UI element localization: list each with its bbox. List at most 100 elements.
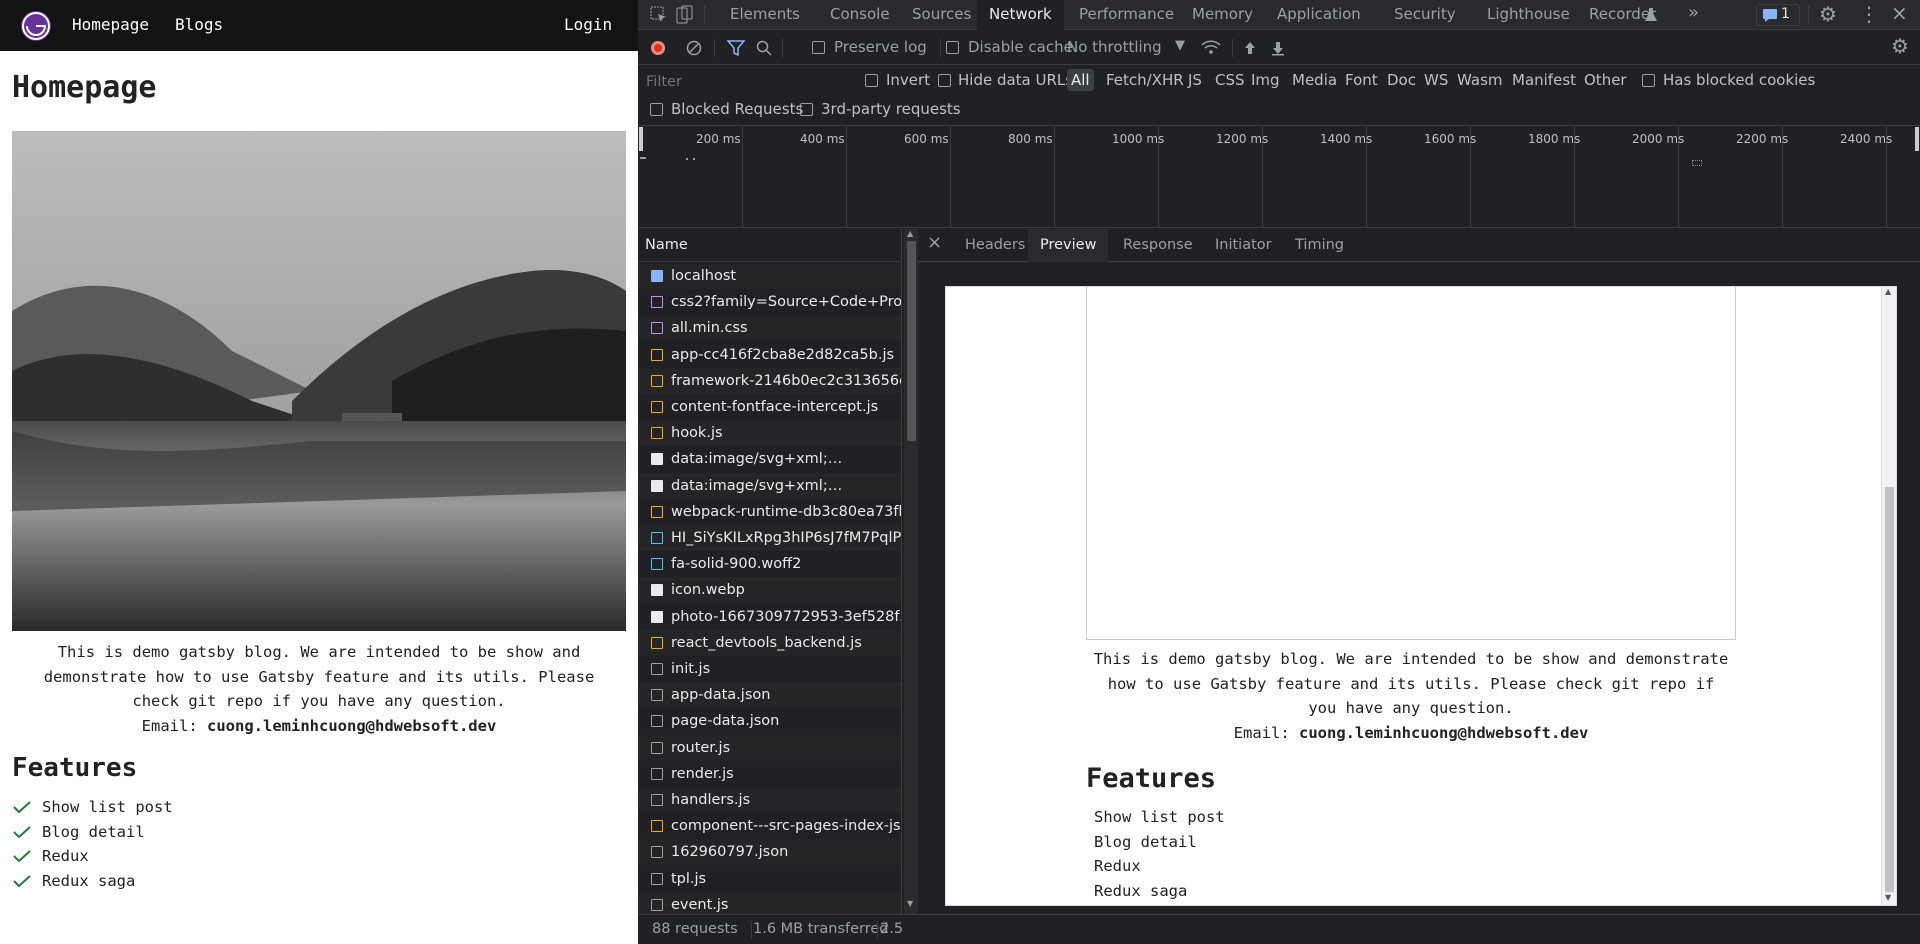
scroll-down-icon[interactable]: ▼ [1885,893,1891,902]
request-row[interactable]: handlers.js [638,787,901,813]
has-blocked-cookies-checkbox[interactable] [1642,74,1655,87]
network-settings-gear-icon[interactable]: ⚙ [1891,34,1909,58]
request-name: framework-2146b0ec2c313656de4… [671,372,901,389]
tab-response[interactable]: Response [1111,229,1205,262]
request-row[interactable]: render.js [638,761,901,787]
request-row[interactable]: app-data.json [638,682,901,709]
hide-data-urls-checkbox[interactable] [938,74,951,87]
filter-input[interactable] [644,71,839,93]
request-row[interactable]: fa-solid-900.woff2 [638,551,901,577]
request-row[interactable]: localhost [638,263,901,289]
tab-security[interactable]: Security [1382,0,1468,30]
timeline-overview[interactable]: 200 ms 400 ms 600 ms 800 ms 1000 ms 1200 ms 14… [638,127,1920,228]
inspect-element-icon[interactable] [650,6,668,24]
request-row[interactable]: app-cc416f2cba8e2d82ca5b.js [638,342,901,368]
export-har-icon[interactable] [1270,40,1286,56]
request-row[interactable]: icon.webp [638,577,901,604]
scrollbar-thumb[interactable] [907,241,916,441]
nav-login-link[interactable]: Login [564,15,612,34]
filter-type-img[interactable]: Img [1251,71,1280,89]
request-row[interactable]: component---src-pages-index-js-a [638,813,901,839]
request-row[interactable]: webpack-runtime-db3c80ea73fb4… [638,499,901,525]
request-list-scrollbar[interactable]: ▲ ▼ [904,229,918,914]
tab-application[interactable]: Application [1265,0,1373,30]
disable-cache-checkbox[interactable] [946,41,959,54]
tab-timing[interactable]: Timing [1283,229,1356,262]
navbar: Homepage Blogs Login [0,0,638,51]
overview-left-handle[interactable] [639,127,643,151]
scrollbar-thumb[interactable] [1885,487,1894,892]
settings-gear-icon[interactable]: ⚙ [1819,2,1837,26]
request-row[interactable]: tpl.js [638,866,901,892]
request-row[interactable]: content-fontface-intercept.js [638,394,901,420]
throttling-select[interactable]: No throttling [1067,38,1162,56]
search-icon[interactable] [756,40,772,56]
tab-lighthouse[interactable]: Lighthouse [1475,0,1582,30]
request-row[interactable]: css2?family=Source+Code+Pro:wg [638,289,901,315]
filter-type-doc[interactable]: Doc [1387,71,1416,89]
tab-performance[interactable]: Performance [1067,0,1186,30]
request-row[interactable]: react_devtools_backend.js [638,629,901,656]
chevron-down-icon[interactable]: ▼ [1175,38,1185,53]
preview-scrollbar[interactable]: ▲ ▼ [1881,287,1896,905]
close-devtools-icon[interactable]: × [1891,1,1908,25]
preserve-log-checkbox[interactable] [812,41,825,54]
request-row[interactable]: 162960797.json [638,839,901,866]
tab-sources[interactable]: Sources [900,0,983,30]
filter-icon[interactable] [727,40,745,56]
network-toolbar: Preserve log Disable cache No throttling… [638,31,1920,65]
kebab-menu-icon[interactable]: ⋮ [1859,2,1879,26]
request-row[interactable]: router.js [638,734,901,761]
scroll-up-icon[interactable]: ▲ [907,229,913,238]
nav-homepage-link[interactable]: Homepage [72,15,149,34]
close-detail-icon[interactable]: × [927,232,942,253]
filter-type-other[interactable]: Other [1584,71,1627,89]
other-file-icon [651,898,663,911]
request-row[interactable]: photo-1667309772953-3ef528f585 [638,604,901,630]
filter-type-font[interactable]: Font [1345,71,1378,89]
nav-blogs-link[interactable]: Blogs [175,15,223,34]
blocked-requests-checkbox[interactable] [650,103,663,116]
issues-button[interactable]: 1 [1756,4,1800,26]
tab-console[interactable]: Console [818,0,902,30]
tab-initiator[interactable]: Initiator [1203,229,1284,262]
third-party-checkbox[interactable] [800,103,813,116]
overview-right-handle[interactable] [1915,127,1919,151]
request-row[interactable]: data:image/svg+xml;… [638,446,901,472]
scroll-down-icon[interactable]: ▼ [907,899,913,908]
request-row[interactable]: data:image/svg+xml;… [638,472,901,499]
request-row[interactable]: event.js [638,891,901,914]
invert-checkbox[interactable] [865,74,878,87]
timeline-tick-label: 1000 ms [1112,132,1165,146]
gatsby-logo-icon[interactable] [21,11,51,41]
network-conditions-icon[interactable] [1201,39,1221,55]
request-row[interactable]: HI_SiYsKILxRpg3hIP6sJ7fM7PqlPev… [638,525,901,551]
filter-type-js[interactable]: JS [1188,71,1202,89]
tab-elements[interactable]: Elements [718,0,812,30]
request-row[interactable]: all.min.css [638,315,901,342]
name-column-header[interactable]: Name [638,229,901,262]
request-row[interactable]: hook.js [638,420,901,447]
import-har-icon[interactable] [1242,40,1258,56]
clear-icon[interactable] [686,40,702,56]
request-row[interactable]: init.js [638,656,901,682]
filter-type-wasm[interactable]: Wasm [1457,71,1503,89]
feature-label: Blog detail [42,822,145,841]
more-tabs-icon[interactable]: » [1688,2,1699,23]
tab-network[interactable]: Network [977,0,1064,30]
record-icon[interactable] [650,40,666,56]
tab-preview[interactable]: Preview [1028,229,1109,262]
request-row[interactable]: framework-2146b0ec2c313656de4… [638,367,901,394]
request-row[interactable]: page-data.json [638,708,901,734]
scroll-up-icon[interactable]: ▲ [1885,287,1891,296]
filter-type-css[interactable]: CSS [1215,71,1245,89]
filter-type-fetch-xhr[interactable]: Fetch/XHR [1106,71,1184,89]
tab-memory[interactable]: Memory [1180,0,1265,30]
filter-type-all[interactable]: All [1067,69,1094,91]
filter-type-manifest[interactable]: Manifest [1512,71,1576,89]
device-toolbar-icon[interactable] [676,5,694,25]
filter-type-media[interactable]: Media [1292,71,1337,89]
preview-features-list: Show list post Blog detail Redux Redux s… [1094,805,1225,903]
tab-headers[interactable]: Headers [953,229,1037,262]
filter-type-ws[interactable]: WS [1424,71,1448,89]
